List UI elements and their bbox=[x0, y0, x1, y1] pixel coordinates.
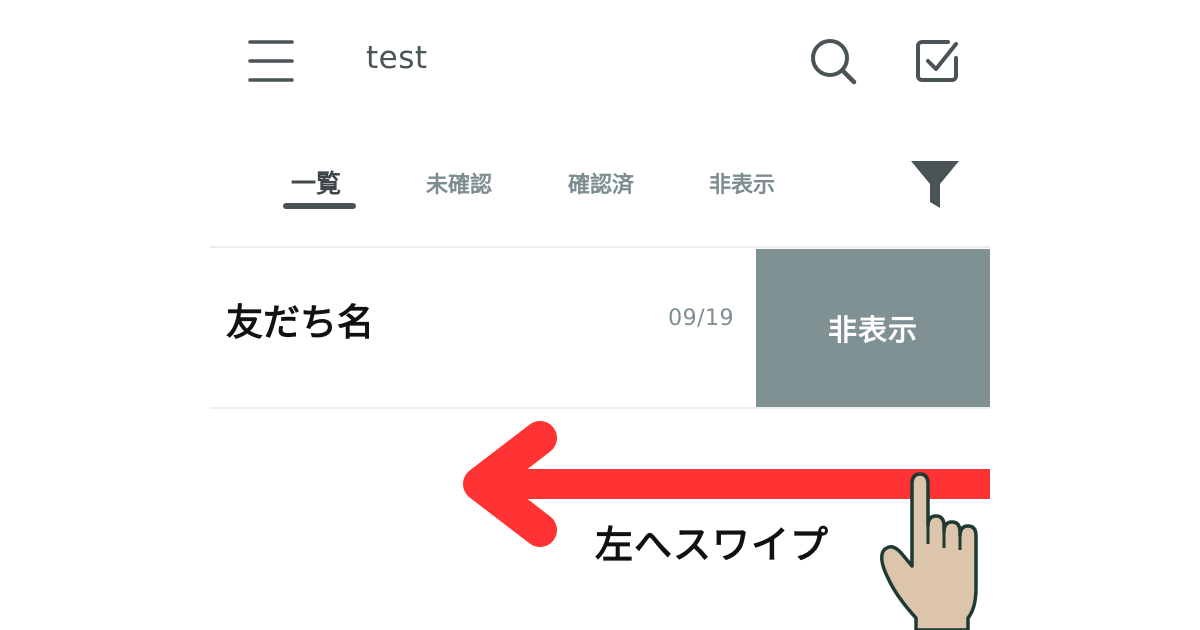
friend-name: 友だち名 bbox=[226, 301, 374, 344]
search-icon bbox=[811, 39, 857, 85]
search-button[interactable] bbox=[808, 36, 858, 86]
filter-icon bbox=[911, 161, 959, 208]
row-divider-bottom bbox=[210, 407, 990, 409]
menu-button[interactable] bbox=[248, 38, 294, 84]
pointing-hand-icon bbox=[880, 472, 978, 630]
swipe-hint-caption: 左へスワイプ bbox=[595, 523, 830, 567]
select-mode-button[interactable] bbox=[912, 36, 962, 86]
hide-action-button[interactable]: 非表示 bbox=[756, 249, 990, 407]
tab-all[interactable]: 一覧 bbox=[291, 164, 341, 200]
list-item[interactable]: 友だち名 09/19 bbox=[210, 248, 756, 407]
tab-unconfirmed[interactable]: 未確認 bbox=[426, 167, 492, 199]
hamburger-icon bbox=[248, 40, 294, 82]
page-title: test bbox=[366, 40, 428, 76]
tab-hidden[interactable]: 非表示 bbox=[709, 167, 775, 199]
checkbox-icon bbox=[916, 40, 958, 82]
active-tab-indicator bbox=[283, 203, 356, 209]
app-screen: test 一覧 未確認 確認済 非表示 友だち名 09/19 非表示 左へスワイ… bbox=[0, 0, 1200, 630]
filter-button[interactable] bbox=[908, 158, 962, 212]
row-date: 09/19 bbox=[668, 306, 734, 331]
tab-confirmed[interactable]: 確認済 bbox=[568, 167, 634, 199]
hide-action-label: 非表示 bbox=[827, 313, 918, 347]
